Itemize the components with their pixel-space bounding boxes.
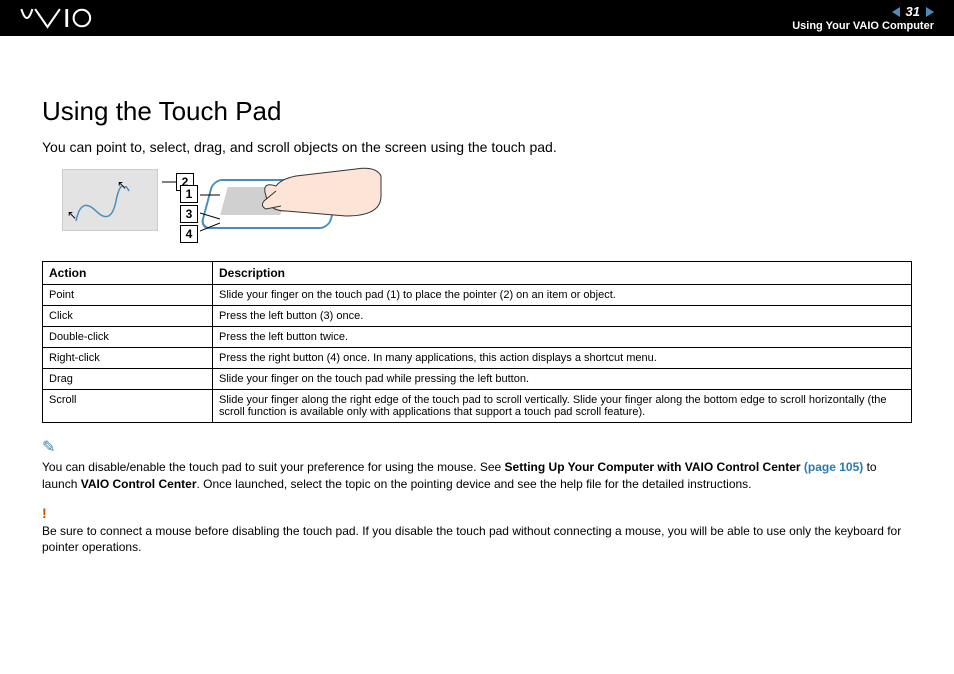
cell-description: Press the left button twice. [213, 327, 912, 348]
actions-table: Action Description PointSlide your finge… [42, 261, 912, 423]
next-page-icon[interactable] [926, 7, 934, 17]
page-nav: 31 [892, 4, 934, 19]
table-row: PointSlide your finger on the touch pad … [43, 285, 912, 306]
hand-icon [256, 161, 386, 231]
th-description: Description [213, 262, 912, 285]
diagram-touchpad-wrap: 1 3 4 [180, 169, 376, 243]
callout-stack: 1 3 4 [180, 185, 198, 243]
note-bold1: Setting Up Your Computer with VAIO Contr… [505, 460, 804, 474]
cell-description: Press the right button (4) once. In many… [213, 348, 912, 369]
intro-text: You can point to, select, drag, and scro… [42, 139, 912, 155]
note-pre: You can disable/enable the touch pad to … [42, 460, 505, 474]
cell-action: Double-click [43, 327, 213, 348]
cell-action: Drag [43, 369, 213, 390]
th-action: Action [43, 262, 213, 285]
note-icon: ✎ [42, 437, 912, 457]
note-post: . Once launched, select the topic on the… [196, 477, 751, 491]
prev-page-icon[interactable] [892, 7, 900, 17]
cell-action: Point [43, 285, 213, 306]
callout-line-icon [162, 177, 176, 187]
cell-action: Right-click [43, 348, 213, 369]
table-row: DragSlide your finger on the touch pad w… [43, 369, 912, 390]
cell-action: Click [43, 306, 213, 327]
header-bar: 31 Using Your VAIO Computer [0, 0, 954, 36]
table-row: Double-clickPress the left button twice. [43, 327, 912, 348]
diagram-touchpad [206, 169, 376, 239]
section-label: Using Your VAIO Computer [792, 20, 934, 32]
callout-3: 3 [180, 205, 198, 223]
diagram-cursor: ↖ ↖ [62, 169, 158, 231]
table-header-row: Action Description [43, 262, 912, 285]
cell-description: Press the left button (3) once. [213, 306, 912, 327]
warning-text: Be sure to connect a mouse before disabl… [42, 523, 912, 557]
callout-lines-icon [200, 193, 220, 233]
note-text: You can disable/enable the touch pad to … [42, 459, 912, 493]
cell-action: Scroll [43, 390, 213, 423]
header-right: 31 Using Your VAIO Computer [792, 4, 934, 32]
vaio-logo [20, 0, 130, 36]
page-number: 31 [906, 4, 920, 19]
cursor-path-icon [71, 186, 141, 226]
table-row: Right-clickPress the right button (4) on… [43, 348, 912, 369]
table-row: ScrollSlide your finger along the right … [43, 390, 912, 423]
table-row: ClickPress the left button (3) once. [43, 306, 912, 327]
cell-description: Slide your finger on the touch pad (1) t… [213, 285, 912, 306]
page-title: Using the Touch Pad [42, 96, 912, 127]
cell-description: Slide your finger on the touch pad while… [213, 369, 912, 390]
note-bold2: VAIO Control Center [81, 477, 197, 491]
warning-icon: ! [42, 505, 912, 521]
cursor-icon: ↖ [117, 178, 127, 192]
cursor-icon: ↖ [67, 208, 77, 222]
callout-1: 1 [180, 185, 198, 203]
content-area: Using the Touch Pad You can point to, se… [0, 36, 954, 588]
note-link[interactable]: (page 105) [804, 460, 863, 474]
callout-4: 4 [180, 225, 198, 243]
diagram-cursor-wrap: ↖ ↖ 2 [62, 169, 158, 231]
diagrams-row: ↖ ↖ 2 1 3 4 [62, 169, 912, 243]
cell-description: Slide your finger along the right edge o… [213, 390, 912, 423]
